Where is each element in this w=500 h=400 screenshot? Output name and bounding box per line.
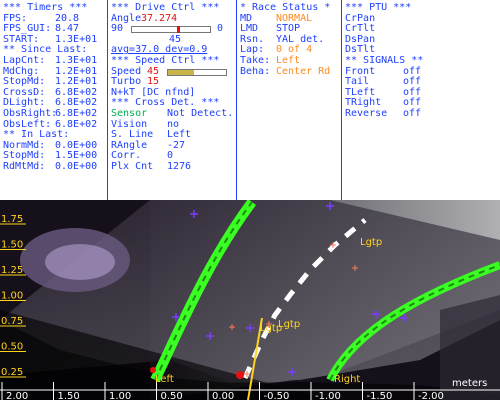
left-anchor <box>150 367 156 373</box>
race-row-key: Lap: <box>240 44 265 56</box>
x-tick-label: -0.50 <box>264 391 290 400</box>
camera-view: Left Right Lgtp Lgtp Lgtp 1.75 1.50 1.25 1.… <box>0 200 500 400</box>
timers-panel: *** Timers *** FPS: 20.8 FPS_GUI: 8.47 START… <box>0 0 106 200</box>
signal-row-key: Tail <box>345 76 370 88</box>
car-marker <box>236 371 244 379</box>
angle-value: 37.274 <box>141 12 178 24</box>
x-tick-label: 0.50 <box>161 391 183 400</box>
y-tick-label: 0.50 <box>1 342 23 353</box>
race-row-key: Rsn. <box>240 33 265 45</box>
angle-label: Angle <box>111 12 142 24</box>
signal-row-key: Reverse <box>345 107 388 119</box>
timer-row-key: FPS: <box>3 12 28 24</box>
speed-label: Speed <box>111 65 142 77</box>
ptu-title: *** PTU *** <box>345 2 412 13</box>
y-tick-label: 1.75 <box>1 214 23 225</box>
right-lane-label: Right <box>334 374 360 385</box>
y-tick-label: 1.50 <box>1 240 23 251</box>
obstacle-highlight <box>45 244 115 280</box>
race-row-key: Beha: <box>240 65 271 77</box>
y-tick-label: 1.25 <box>1 265 23 276</box>
speed-gauge <box>167 68 227 76</box>
x-tick-label: -2.00 <box>418 391 444 400</box>
signal-row-value: off <box>403 107 422 119</box>
cross-row-key: Vision <box>111 118 148 130</box>
race-status-title: * Race Status * <box>240 2 331 13</box>
angle-gauge <box>131 26 211 34</box>
cross-row-key: Plx Cnt <box>111 160 154 172</box>
signal-row-key: TLeft <box>345 86 376 98</box>
in-last-row-value: 0.0E+00 <box>55 160 98 172</box>
timer-row-key: FPS_GUI: <box>3 23 52 35</box>
signal-row: Reverse off <box>345 107 500 120</box>
x-tick-label: -1.00 <box>315 391 341 400</box>
cross-row-key: Sensor <box>111 107 148 119</box>
drive-panel: *** Drive Ctrl *** Angle 37.274 90 0 45 … <box>108 0 235 200</box>
x-tick-label: 1.00 <box>109 391 131 400</box>
race-row: Beha: Center Rd <box>240 65 340 78</box>
x-tick-label: -1.50 <box>367 391 393 400</box>
telemetry-panel: *** Timers *** FPS: 20.8 FPS_GUI: 8.47 START… <box>0 0 500 200</box>
angle-range-max: 0 <box>217 23 224 35</box>
since-row-key: CrossD: <box>3 86 46 98</box>
cross-row-key: S. Line <box>111 129 154 141</box>
since-row-key: DLight: <box>3 97 46 109</box>
since-row-value: 1.3E+01 <box>55 54 98 66</box>
cross-row-value: Not Detect. <box>167 107 234 119</box>
speed-gauge-fill <box>168 69 195 75</box>
race-row-key: LMD <box>240 23 259 35</box>
angle-range-min: 90 <box>111 23 124 35</box>
race-row-key: Take: <box>240 54 271 66</box>
cross-row-key: RAngle <box>111 139 148 151</box>
since-row-value: 6.8E+02 <box>55 107 98 119</box>
race-status-panel: * Race Status * MD NORMAL LMD STOP Rsn. YAL d… <box>237 0 340 200</box>
left-lane-label: Left <box>155 374 174 385</box>
light-label-3: Lgtp <box>260 323 282 334</box>
y-tick-label: 0.75 <box>1 316 23 327</box>
x-tick-label: 0.00 <box>212 391 234 400</box>
race-row-key: MD <box>240 12 253 24</box>
signal-row-key: TRight <box>345 97 382 109</box>
in-last-row-key: StopMd: <box>3 150 46 162</box>
since-row-key: ObsLeft: <box>3 118 52 130</box>
race-row-value: Left <box>276 54 301 66</box>
light-label-1: Lgtp <box>360 237 382 248</box>
cross-row-key: Corr. <box>111 150 142 162</box>
timer-row-key: START: <box>3 33 40 45</box>
camera-overlay: Left Right Lgtp Lgtp Lgtp 1.751.501.251.… <box>0 200 500 400</box>
since-row-key: ObsRight: <box>3 107 58 119</box>
turbo-label: Turbo <box>111 76 142 88</box>
ptu-panel: *** PTU *** CrPan CrTlt DsPan DsTlt ** SIGN… <box>342 0 500 200</box>
y-tick-label: 1.00 <box>1 291 23 302</box>
race-row-value: Center Rd <box>276 65 331 77</box>
cross-row: Plx Cnt 1276 <box>111 160 235 173</box>
since-row-key: MdChg: <box>3 65 40 77</box>
signal-row-key: Front <box>345 65 376 77</box>
since-row-key: LapCnt: <box>3 54 46 66</box>
in-last-row-key: RdMtMd: <box>3 160 46 172</box>
x-axis-unit: meters <box>452 378 487 389</box>
x-tick-label: 2.00 <box>6 391 28 400</box>
in-last-row-key: NormMd: <box>3 139 46 151</box>
in-last-row: RdMtMd: 0.0E+00 <box>3 160 106 173</box>
since-row-key: StopMd: <box>3 76 46 88</box>
y-tick-label: 0.25 <box>1 367 23 378</box>
x-tick-label: 1.50 <box>58 391 80 400</box>
angle-gauge-indicator <box>177 26 181 34</box>
cross-row-value: 1276 <box>167 160 192 172</box>
